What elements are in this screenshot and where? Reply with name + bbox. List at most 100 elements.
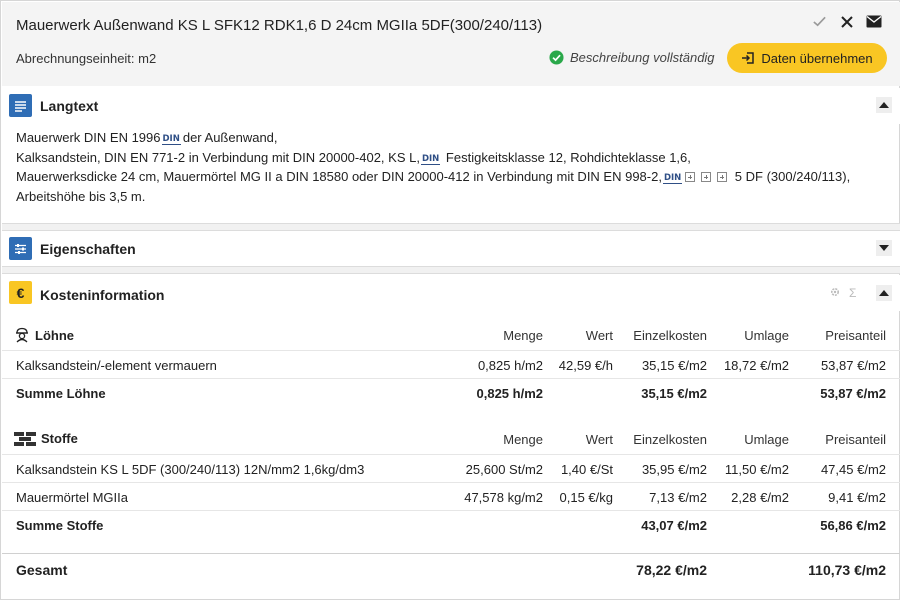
eigenschaften-title: Eigenschaften — [40, 241, 136, 257]
close-icon[interactable] — [838, 13, 855, 30]
langtext-content: Mauerwerk DIN EN 1996 DIN der Außenwand, K… — [16, 128, 886, 206]
mail-icon[interactable] — [865, 13, 882, 30]
total-preisanteil: 110,73 €/m2 — [808, 562, 886, 578]
header-actions — [811, 13, 882, 30]
caret-up-icon — [879, 290, 889, 296]
import-icon — [742, 52, 755, 64]
stoffe-table-header: Stoffe Menge Wert Einzelkosten Umlage Pr… — [2, 426, 900, 454]
row-einzelkosten: 35,15 €/m2 — [641, 358, 707, 373]
langtext-title: Langtext — [40, 98, 99, 114]
worker-icon — [16, 327, 28, 343]
total-einzelkosten: 78,22 €/m2 — [636, 562, 707, 578]
caret-up-icon — [879, 102, 889, 108]
col-header-umlage: Umlage — [744, 432, 789, 447]
table-row[interactable]: Kalksandstein/-element vermauern 0,825 h… — [2, 350, 900, 378]
table-row[interactable]: Mauermörtel MGIIa 47,578 kg/m2 0,15 €/kg… — [2, 482, 900, 510]
loehne-group: Löhne — [14, 327, 74, 343]
bricks-icon — [14, 431, 36, 446]
row-preisanteil: 47,45 €/m2 — [820, 462, 886, 477]
total-row: Gesamt 78,22 €/m2 110,73 €/m2 — [2, 553, 900, 599]
langtext-line2-a: Kalksandstein, DIN EN 771-2 in Verbindun… — [16, 149, 420, 165]
sum-row-loehne: Summe Löhne 0,825 h/m2 35,15 €/m2 53,87 … — [2, 378, 900, 406]
panel-divider — [2, 266, 900, 274]
caret-down-icon — [879, 245, 889, 251]
col-header-wert: Wert — [585, 432, 613, 447]
kosten-title: Kosteninformation — [40, 287, 165, 303]
sum-row-stoffe: Summe Stoffe 43,07 €/m2 56,86 €/m2 — [2, 510, 900, 538]
langtext-panel-header[interactable]: Langtext — [2, 88, 900, 124]
sum-preisanteil: 56,86 €/m2 — [820, 518, 886, 533]
sum-einzelkosten: 43,07 €/m2 — [641, 518, 707, 533]
row-wert: 0,15 €/kg — [559, 490, 614, 505]
row-umlage: 18,72 €/m2 — [723, 358, 789, 373]
row-wert: 42,59 €/h — [558, 358, 613, 373]
check-icon[interactable] — [811, 13, 828, 30]
table-row[interactable]: Kalksandstein KS L 5DF (300/240/113) 12N… — [2, 454, 900, 482]
langtext-line2-b: Festigkeitsklasse 12, Rohdichteklasse 1,… — [445, 149, 691, 165]
sum-label: Summe Stoffe — [16, 518, 104, 533]
row-einzelkosten: 7,13 €/m2 — [649, 490, 707, 505]
row-name: Kalksandstein/-element vermauern — [16, 358, 217, 373]
col-header-menge: Menge — [503, 432, 543, 447]
row-menge: 47,578 kg/m2 — [464, 490, 543, 505]
col-header-einzelkosten: Einzelkosten — [633, 328, 707, 343]
loehne-table-header: Löhne Menge Wert Einzelkosten Umlage Pre… — [2, 322, 900, 350]
total-label: Gesamt — [16, 562, 68, 578]
langtext-line3-b: 5 DF (300/240/113), — [734, 169, 851, 184]
row-preisanteil: 53,87 €/m2 — [820, 358, 886, 373]
row-einzelkosten: 35,95 €/m2 — [641, 462, 707, 477]
row-wert: 1,40 €/St — [560, 462, 613, 477]
collapse-kosten-toggle[interactable] — [876, 285, 892, 301]
euro-icon: € — [9, 281, 32, 304]
expand-placeholder-icon[interactable] — [716, 172, 727, 182]
text-lines-icon — [9, 94, 32, 117]
row-umlage: 11,50 €/m2 — [724, 462, 789, 477]
langtext-line4: Arbeitshöhe bis 3,5 m. — [16, 188, 146, 204]
page-title: Mauerwerk Außenwand KS L SFK12 RDK1,6 D … — [16, 17, 543, 34]
row-name: Kalksandstein KS L 5DF (300/240/113) 12N… — [16, 462, 365, 477]
sum-icon[interactable]: Σ — [849, 286, 856, 301]
col-header-menge: Menge — [503, 328, 543, 343]
expand-eigenschaften-toggle[interactable] — [876, 240, 892, 256]
expand-placeholder-icon[interactable] — [685, 172, 696, 182]
loehne-title: Löhne — [35, 327, 74, 343]
din-badge[interactable]: DIN — [420, 154, 441, 165]
expand-placeholder-icon[interactable] — [700, 172, 711, 182]
din-badge[interactable]: DIN — [662, 174, 683, 184]
langtext-line1-a: Mauerwerk DIN EN 1996 — [16, 130, 161, 145]
stoffe-title: Stoffe — [41, 431, 78, 446]
eigenschaften-panel-header[interactable]: Eigenschaften — [2, 231, 900, 267]
col-header-preisanteil: Preisanteil — [825, 432, 886, 447]
langtext-line1-b: der Außenwand, — [182, 130, 278, 145]
settings-gear-icon[interactable] — [829, 286, 841, 301]
billing-unit: Abrechnungseinheit: m2 — [16, 51, 157, 66]
article-detail-dialog: Mauerwerk Außenwand KS L SFK12 RDK1,6 D … — [0, 0, 900, 600]
sum-label: Summe Löhne — [16, 386, 106, 401]
sum-menge: 0,825 h/m2 — [476, 386, 544, 401]
sum-preisanteil: 53,87 €/m2 — [820, 386, 886, 401]
col-header-umlage: Umlage — [744, 328, 789, 343]
din-badge[interactable]: DIN — [161, 135, 181, 145]
status-text: Beschreibung vollständig — [570, 50, 715, 65]
apply-data-label: Daten übernehmen — [761, 50, 873, 66]
row-menge: 0,825 h/m2 — [477, 358, 543, 373]
kosten-panel-header[interactable]: € Kosteninformation — [2, 275, 900, 311]
row-umlage: 2,28 €/m2 — [731, 490, 789, 505]
panel-divider — [2, 223, 900, 231]
row-preisanteil: 9,41 €/m2 — [828, 490, 886, 505]
sliders-icon — [9, 237, 32, 260]
collapse-langtext-toggle[interactable] — [876, 97, 892, 113]
col-header-preisanteil: Preisanteil — [825, 328, 886, 343]
apply-data-button[interactable]: Daten übernehmen — [727, 43, 887, 73]
row-name: Mauermörtel MGIIa — [16, 490, 128, 505]
dialog-header: Mauerwerk Außenwand KS L SFK12 RDK1,6 D … — [2, 2, 900, 86]
stoffe-group: Stoffe — [14, 431, 78, 446]
sum-einzelkosten: 35,15 €/m2 — [641, 386, 707, 401]
check-circle-icon — [549, 50, 564, 65]
row-menge: 25,600 St/m2 — [465, 462, 543, 477]
description-status: Beschreibung vollständig — [549, 50, 715, 65]
kosten-tools: Σ — [829, 286, 856, 301]
col-header-einzelkosten: Einzelkosten — [633, 432, 707, 447]
col-header-wert: Wert — [585, 328, 613, 343]
langtext-line3-a: Mauerwerksdicke 24 cm, Mauermörtel MG II… — [16, 169, 662, 184]
